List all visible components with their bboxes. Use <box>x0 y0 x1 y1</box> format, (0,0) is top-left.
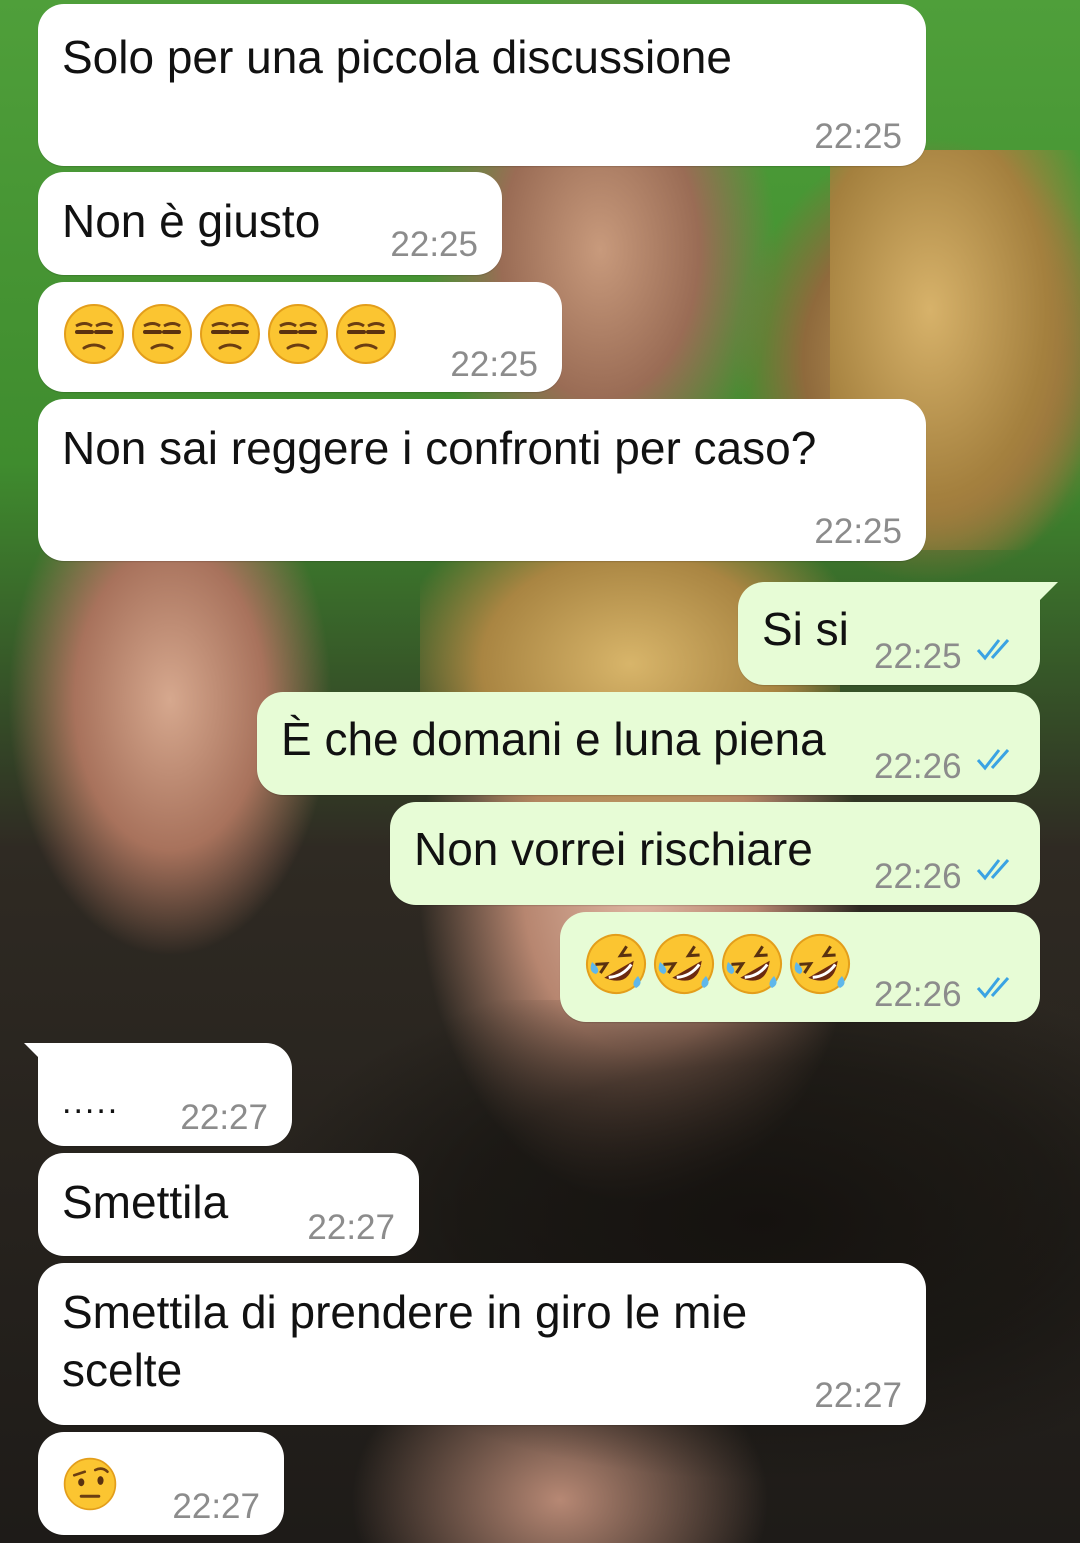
message-text-line: scelte <box>62 1344 183 1396</box>
emoji-row <box>62 302 398 366</box>
message-bubble-incoming[interactable]: 22:27 <box>38 1432 284 1535</box>
unamused-face-icon <box>200 304 260 364</box>
message-bubble-outgoing[interactable]: È che domani e luna piena 22:26 <box>257 692 1040 795</box>
message-timestamp: 22:26 <box>874 857 962 896</box>
message-timestamp: 22:26 <box>874 975 962 1014</box>
message-timestamp: 22:25 <box>814 117 902 156</box>
rolling-laughing-icon <box>586 934 646 994</box>
bubble-tail <box>24 1043 50 1069</box>
message-timestamp: 22:25 <box>814 512 902 551</box>
message-timestamp: 22:25 <box>874 637 962 676</box>
message-bubble-incoming[interactable]: Non sai reggere i confronti per caso? 22… <box>38 399 926 561</box>
raised-eyebrow-face-icon <box>63 1457 117 1511</box>
unamused-face-icon <box>336 304 396 364</box>
bubble-tail <box>1032 582 1058 608</box>
rolling-laughing-icon <box>790 934 850 994</box>
message-text: Smettila <box>62 1176 229 1228</box>
message-text: Non è giusto <box>62 195 321 247</box>
message-timestamp: 22:27 <box>180 1098 268 1137</box>
rolling-laughing-icon <box>722 934 782 994</box>
message-text: ..... <box>62 1083 120 1121</box>
message-bubble-outgoing[interactable]: 22:26 <box>560 912 1040 1022</box>
message-bubble-incoming[interactable]: Solo per una piccola discussione 22:25 <box>38 4 926 166</box>
rolling-laughing-icon <box>654 934 714 994</box>
message-bubble-outgoing[interactable]: Non vorrei rischiare 22:26 <box>390 802 1040 905</box>
message-bubble-outgoing[interactable]: Si si 22:25 <box>738 582 1058 685</box>
read-receipt-icon <box>976 977 1010 999</box>
message-bubble-incoming[interactable]: Smettila di prendere in giro le mie scel… <box>38 1263 926 1425</box>
read-receipt-icon <box>976 749 1010 771</box>
read-receipt-icon <box>976 859 1010 881</box>
message-timestamp: 22:27 <box>814 1376 902 1415</box>
message-text: Non sai reggere i confronti per caso? <box>62 422 817 474</box>
message-bubble-incoming[interactable]: ..... 22:27 <box>24 1043 292 1146</box>
message-timestamp: 22:25 <box>390 225 478 264</box>
message-bubble-incoming[interactable]: 22:25 <box>38 282 562 392</box>
message-timestamp: 22:26 <box>874 747 962 786</box>
message-text: Si si <box>762 603 849 655</box>
emoji-row <box>584 932 852 996</box>
message-timestamp: 22:27 <box>172 1487 260 1526</box>
unamused-face-icon <box>64 304 124 364</box>
message-text: Solo per una piccola discussione <box>62 31 732 83</box>
read-receipt-icon <box>976 639 1010 661</box>
message-text-line: Smettila di prendere in giro le mie <box>62 1286 748 1338</box>
message-timestamp: 22:25 <box>450 345 538 384</box>
message-text: Non vorrei rischiare <box>414 823 813 875</box>
message-bubble-incoming[interactable]: Non è giusto 22:25 <box>38 172 502 275</box>
message-text: È che domani e luna piena <box>281 713 826 765</box>
unamused-face-icon <box>132 304 192 364</box>
message-timestamp: 22:27 <box>307 1208 395 1247</box>
message-bubble-incoming[interactable]: Smettila 22:27 <box>38 1153 419 1256</box>
unamused-face-icon <box>268 304 328 364</box>
